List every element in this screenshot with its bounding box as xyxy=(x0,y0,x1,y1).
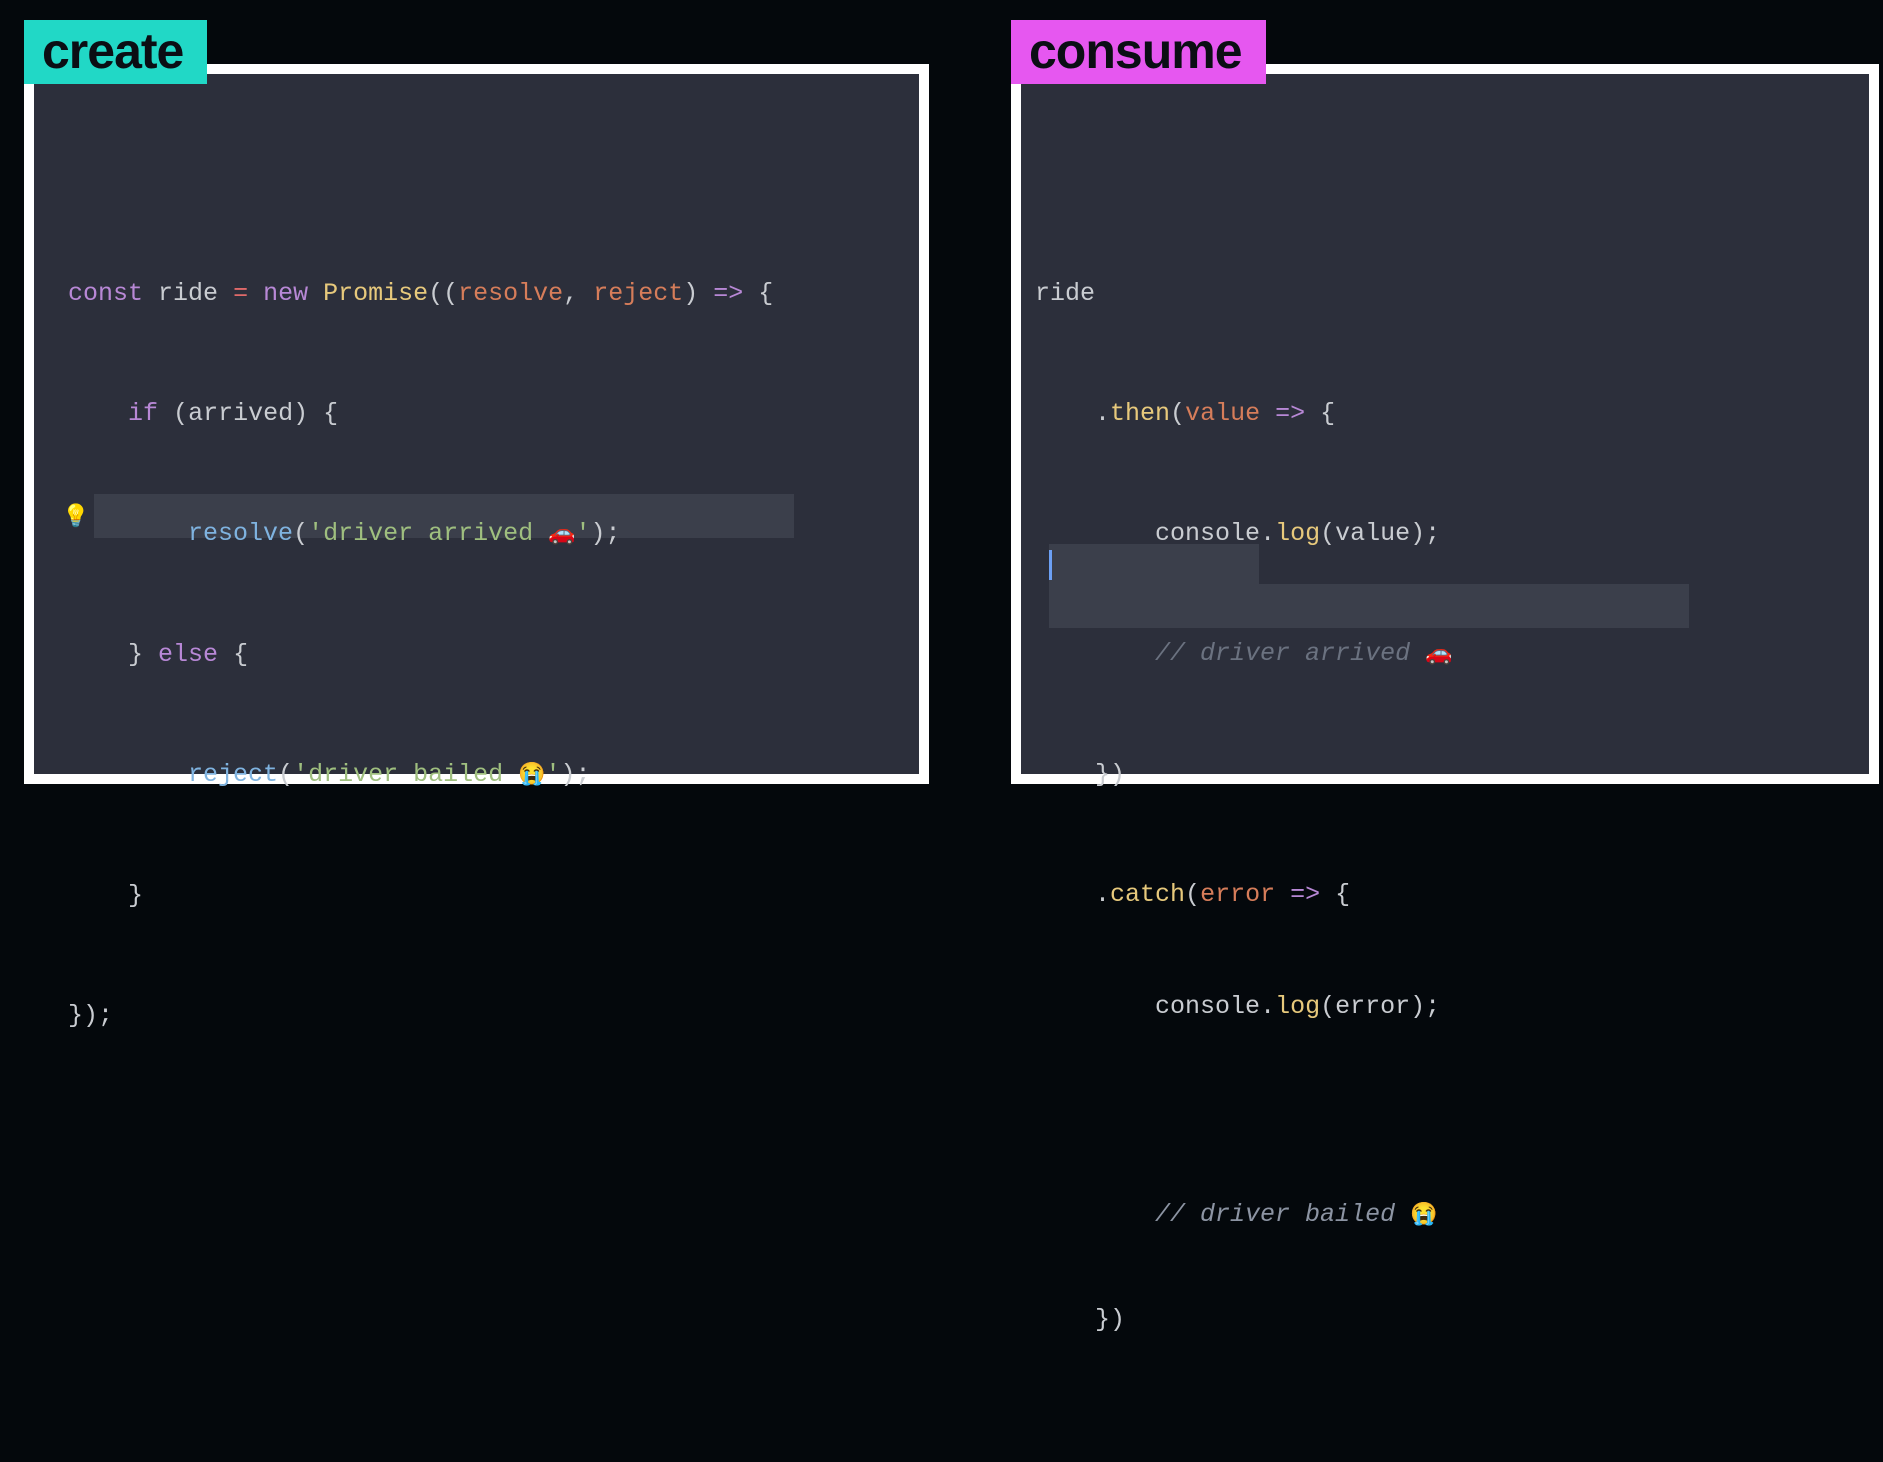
code-line: }) xyxy=(1035,1298,1452,1342)
car-icon: 🚗 xyxy=(1425,642,1452,667)
create-tab: create xyxy=(24,20,207,84)
code-line: // driver bailed 😭 xyxy=(1035,1193,1452,1238)
code-line: const ride = new Promise((resolve, rejec… xyxy=(68,264,773,324)
consume-panel: consume ride .then(value => { console.lo… xyxy=(1011,64,1879,784)
code-line: console.log(value); xyxy=(1035,504,1452,564)
cry-icon: 😭 xyxy=(1410,1203,1437,1228)
code-line: }) xyxy=(1035,745,1452,805)
code-line: .then(value => { xyxy=(1035,384,1452,444)
code-line: } else { xyxy=(68,625,773,685)
code-line: .catch(error => { xyxy=(1035,865,1452,925)
create-code-block: const ride = new Promise((resolve, rejec… xyxy=(68,204,773,1166)
consume-tab-label: consume xyxy=(1029,23,1242,79)
code-line: if (arrived) { xyxy=(68,384,773,444)
code-line: resolve('driver arrived 🚗'); xyxy=(68,504,773,565)
consume-code-block: ride .then(value => { console.log(value)… xyxy=(1035,204,1452,1462)
create-tab-label: create xyxy=(42,23,183,79)
code-line: } xyxy=(68,866,773,926)
code-line xyxy=(1035,1089,1452,1133)
create-panel: create 💡 const ride = new Promise((resol… xyxy=(24,64,929,784)
cry-icon: 😭 xyxy=(518,763,545,788)
consume-tab: consume xyxy=(1011,20,1266,84)
car-icon: 🚗 xyxy=(548,522,575,547)
code-line: console.log(error); xyxy=(1035,985,1452,1029)
code-line: }); xyxy=(68,986,773,1046)
code-line: // driver arrived 🚗 xyxy=(1035,624,1452,685)
code-line: reject('driver bailed 😭'); xyxy=(68,745,773,806)
code-line: ride xyxy=(1035,264,1452,324)
